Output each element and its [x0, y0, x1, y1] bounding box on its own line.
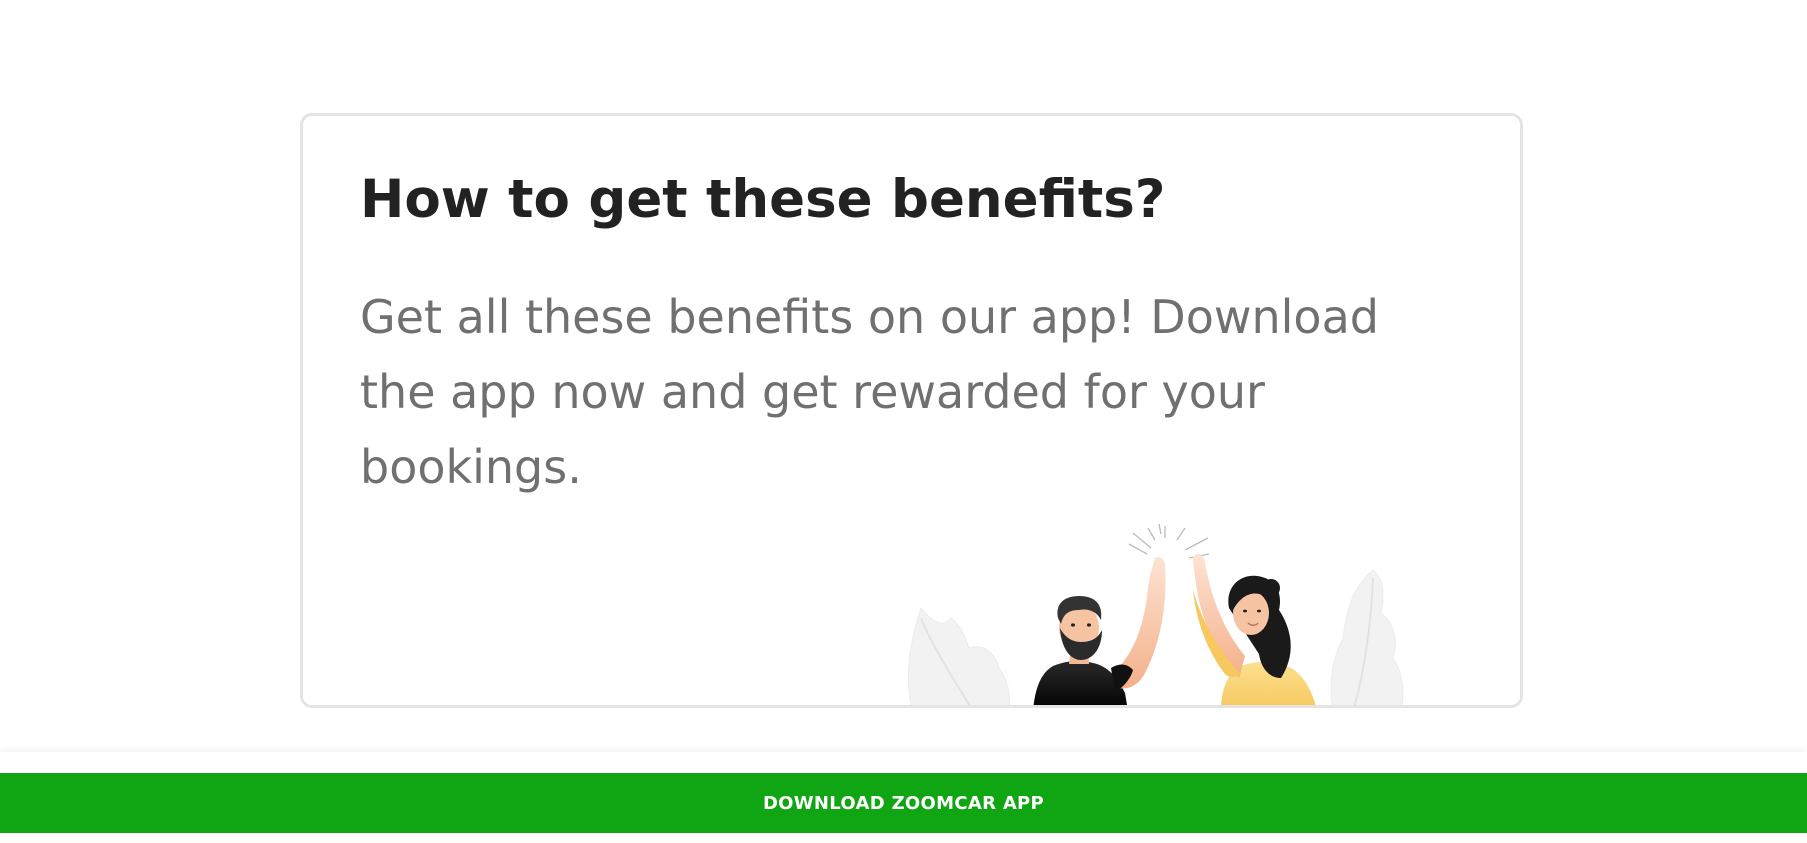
man-figure	[1033, 557, 1166, 705]
bottom-bar: DOWNLOAD ZOOMCAR APP	[0, 752, 1807, 843]
card-description: Get all these benefits on our app! Downl…	[360, 290, 1379, 494]
high-five-illustration	[907, 523, 1404, 705]
leaf-right-icon	[1330, 569, 1404, 705]
benefits-card: How to get these benefits? Get all these…	[300, 113, 1523, 708]
sparkle-icon	[1128, 523, 1210, 559]
card-title: How to get these benefits?	[360, 169, 1166, 230]
download-app-button[interactable]: DOWNLOAD ZOOMCAR APP	[0, 773, 1807, 833]
woman-figure	[1193, 553, 1316, 705]
leaf-left-icon	[907, 606, 1010, 705]
page: How to get these benefits? Get all these…	[0, 0, 1807, 843]
